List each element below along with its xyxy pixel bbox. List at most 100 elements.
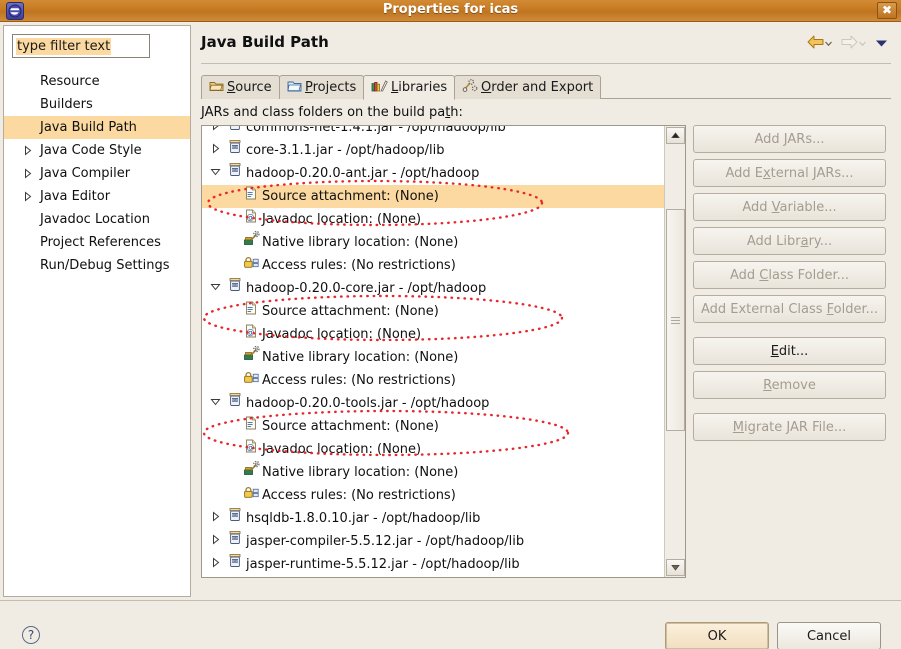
twisty-collapsed-icon[interactable] [22,168,33,179]
twisty-collapsed-icon[interactable] [22,145,33,156]
svg-text:010: 010 [232,513,238,517]
ok-button[interactable]: OK [665,622,769,649]
twisty-collapsed-icon[interactable] [210,553,221,576]
svg-text:010: 010 [232,125,238,126]
source-attachment-icon [243,185,259,209]
back-button[interactable] [807,35,833,53]
tab-label: Order and Export [481,80,594,95]
table-row[interactable]: @ Javadoc location: (None) [202,323,665,346]
tab-order-and-export[interactable]: Order and Export [454,75,602,99]
close-icon[interactable]: ✖ [877,2,897,19]
access-rules-icon [243,369,260,393]
tree-row-label: hadoop-0.20.0-tools.jar - /opt/hadoop [246,396,490,411]
table-row[interactable]: 010 commons-net-1.4.1.jar - /opt/hadoop/l… [202,125,665,139]
table-row[interactable]: 010 hadoop-0.20.0-tools.jar - /opt/hadoop [202,392,665,415]
filter-input[interactable]: type filter text [12,34,150,58]
remove-button: Remove [693,371,886,399]
twisty-expanded-icon[interactable] [210,162,221,185]
twisty-expanded-icon[interactable] [210,392,221,415]
settings-tree: Resource Builders Java Build Path Java Code… [4,70,190,277]
sidebar-item-project-references[interactable]: Project References [4,231,190,254]
sidebar-item-run-debug-settings[interactable]: Run/Debug Settings [4,254,190,277]
scrollbar-grip-icon [671,315,680,326]
tree-row-label: hsqldb-1.8.0.10.jar - /opt/hadoop/lib [246,511,481,526]
twisty-expanded-icon[interactable] [210,277,221,300]
sidebar-item-javadoc-location[interactable]: Javadoc Location [4,208,190,231]
scrollbar-thumb[interactable] [666,209,685,431]
scroll-up-icon[interactable] [666,127,685,144]
build-path-tabs: Source Projects Libraries Order and Export [201,75,891,100]
svg-text:010: 010 [232,398,238,402]
svg-text:@: @ [246,327,254,336]
page-menu-button[interactable] [875,37,888,52]
twisty-collapsed-icon[interactable] [210,126,221,139]
tab-label: Libraries [391,80,448,95]
tab-libraries[interactable]: Libraries [363,75,456,100]
table-row[interactable]: Native library location: (None) [202,345,665,369]
table-row[interactable]: Access rules: (No restrictions) [202,484,665,507]
sidebar-item-java-editor[interactable]: Java Editor [4,185,190,208]
add-variable-button: Add Variable... [693,193,886,221]
twisty-collapsed-icon[interactable] [210,530,221,553]
sidebar-item-resource[interactable]: Resource [4,70,190,93]
title-bar: Properties for icas ✖ [0,0,901,22]
sidebar-item-label: Resource [40,74,100,89]
tab-source[interactable]: Source [201,75,280,99]
javadoc-icon: @ [243,438,259,462]
forward-button[interactable] [841,35,867,53]
tree-vertical-scrollbar[interactable] [664,126,685,577]
tree-row-label: hadoop-0.20.0-ant.jar - /opt/hadoop [246,166,480,181]
sidebar-item-java-compiler[interactable]: Java Compiler [4,162,190,185]
tree-row-label: jasper-runtime-5.5.12.jar - /opt/hadoop/… [246,557,520,572]
window-title: Properties for icas [382,2,519,17]
tree-row-label: core-3.1.1.jar - /opt/hadoop/lib [246,143,445,158]
help-question-icon[interactable]: ? [22,626,40,644]
sidebar-item-label: Java Build Path [40,120,137,135]
svg-text:@: @ [246,442,254,451]
chevron-down-icon [875,37,888,52]
order-export-icon [462,78,478,97]
twisty-collapsed-icon[interactable] [22,191,33,202]
jar-icon: 010 [227,530,243,554]
section-label: JARs and class folders on the build path… [201,105,463,120]
table-row[interactable]: Access rules: (No restrictions) [202,254,665,277]
tree-row-label: Source attachment: (None) [262,304,439,319]
javadoc-icon: @ [243,208,259,232]
sidebar-item-java-code-style[interactable]: Java Code Style [4,139,190,162]
tree-row-label: Javadoc location: (None) [262,212,422,227]
section-label-text: JARs and class folders on the build pa [201,105,446,120]
access-rules-icon [243,254,260,278]
table-row[interactable]: Source attachment: (None) [202,300,665,323]
table-row[interactable]: 010 hadoop-0.20.0-core.jar - /opt/hadoop [202,277,665,300]
table-row[interactable]: Native library location: (None) [202,460,665,484]
edit-button[interactable]: Edit... [693,337,886,365]
table-row[interactable]: Source attachment: (None) [202,415,665,438]
tree-row-label: Native library location: (None) [262,350,459,365]
table-row[interactable]: 010 core-3.1.1.jar - /opt/hadoop/lib [202,139,665,162]
svg-text:010: 010 [232,168,238,172]
tab-projects[interactable]: Projects [279,75,365,99]
forward-dropdown-icon[interactable] [858,37,867,52]
javadoc-icon: @ [243,323,259,347]
scroll-down-icon[interactable] [666,559,685,576]
table-row[interactable]: 010 jasper-compiler-5.5.12.jar - /opt/had… [202,530,665,553]
table-row[interactable]: Native library location: (None) [202,230,665,254]
table-row[interactable]: Source attachment: (None) [202,185,665,208]
table-row[interactable]: 010 jasper-runtime-5.5.12.jar - /opt/hado… [202,553,665,576]
sidebar-item-builders[interactable]: Builders [4,93,190,116]
table-row[interactable]: @ Javadoc location: (None) [202,438,665,461]
back-dropdown-icon[interactable] [824,37,833,52]
tree-row-label: Source attachment: (None) [262,419,439,434]
source-attachment-icon [243,415,259,439]
jar-icon: 010 [227,139,243,163]
twisty-collapsed-icon[interactable] [210,139,221,162]
source-folder-icon [209,79,224,97]
table-row[interactable]: 010 hadoop-0.20.0-ant.jar - /opt/hadoop [202,162,665,185]
table-row[interactable]: 010 hsqldb-1.8.0.10.jar - /opt/hadoop/lib [202,507,665,530]
sidebar-item-java-build-path[interactable]: Java Build Path [4,116,190,139]
cancel-button[interactable]: Cancel [777,622,881,649]
table-row[interactable]: Access rules: (No restrictions) [202,369,665,392]
table-row[interactable]: @ Javadoc location: (None) [202,208,665,231]
tree-row-label: Access rules: (No restrictions) [262,258,456,273]
twisty-collapsed-icon[interactable] [210,507,221,530]
